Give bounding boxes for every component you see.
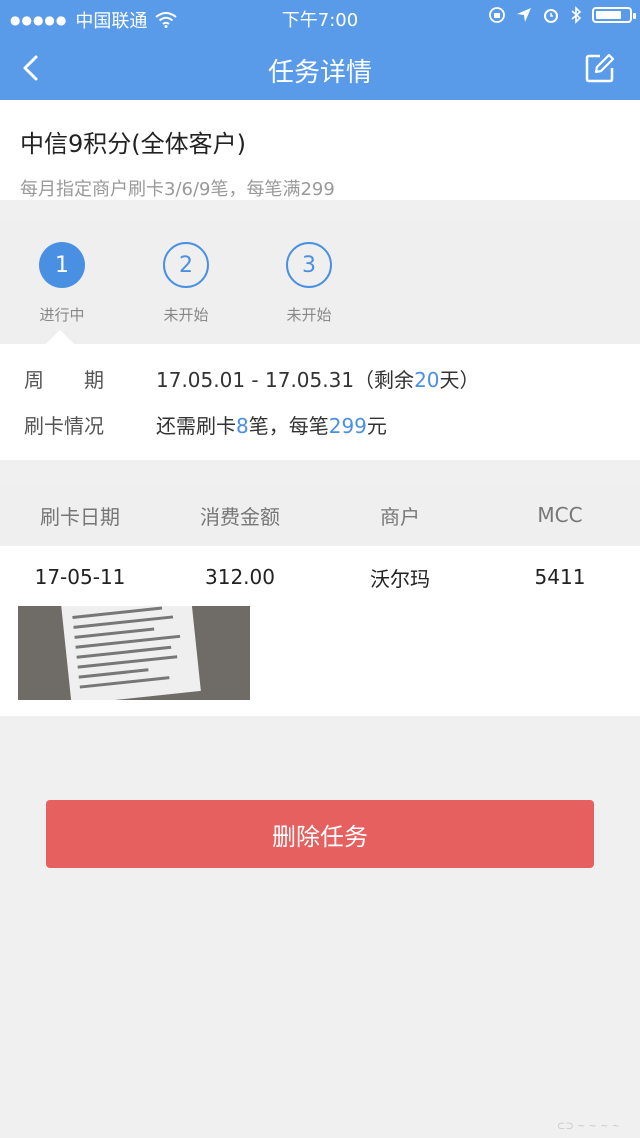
swipe-amount: 299 bbox=[328, 414, 367, 438]
step-circle: 2 bbox=[163, 242, 209, 288]
period-prefix: 17.05.01 - 17.05.31（剩余 bbox=[156, 368, 415, 392]
header-mcc: MCC bbox=[537, 503, 583, 527]
delete-task-button[interactable]: 删除任务 bbox=[46, 800, 594, 868]
cell-merchant: 沃尔玛 bbox=[370, 566, 430, 591]
watermark: ⊂⊃ ~ ~ ~ ~ bbox=[557, 1121, 620, 1132]
step-label: 进行中 bbox=[39, 306, 85, 324]
swipe-label: 刷卡情况 bbox=[24, 414, 104, 438]
receipt-photo[interactable] bbox=[18, 606, 250, 700]
step-circle: 3 bbox=[286, 242, 332, 288]
page-title: 任务详情 bbox=[267, 58, 372, 88]
cell-mcc: 5411 bbox=[534, 565, 586, 589]
task-header: 中信9积分(全体客户) 每月指定商户刷卡3/6/9笔，每笔满299 bbox=[0, 100, 640, 200]
nav-bar: 任务详情 bbox=[0, 36, 640, 100]
period-label: 周 期 bbox=[24, 368, 104, 392]
table-body: 17-05-11 312.00 沃尔玛 5411 bbox=[0, 546, 640, 716]
receipt-line bbox=[79, 676, 170, 689]
receipt-line bbox=[74, 627, 155, 639]
section-gap bbox=[0, 460, 640, 484]
alarm-icon bbox=[544, 9, 558, 23]
receipt-line bbox=[73, 615, 174, 629]
table-row[interactable]: 17-05-11 312.00 沃尔玛 5411 bbox=[0, 546, 640, 608]
step-2: 2 未开始 bbox=[146, 242, 226, 325]
remaining-days: 20 bbox=[414, 368, 440, 392]
cell-date: 17-05-11 bbox=[34, 565, 126, 589]
swipe-middle: 笔，每笔 bbox=[248, 414, 329, 438]
header-date: 刷卡日期 bbox=[40, 504, 120, 529]
step-label: 未开始 bbox=[163, 306, 209, 324]
period-suffix: 天） bbox=[439, 368, 480, 392]
step-circle: 1 bbox=[39, 242, 85, 288]
table-header: 刷卡日期 消费金额 商户 MCC bbox=[0, 484, 640, 546]
receipt-line bbox=[78, 668, 149, 679]
progress-steps: 1 进行中 2 未开始 3 未开始 bbox=[0, 220, 640, 344]
swipe-status-row: 刷卡情况 还需刷卡8笔，每笔299元 bbox=[24, 410, 387, 439]
edit-icon[interactable] bbox=[584, 52, 616, 84]
period-row: 周 期 17.05.01 - 17.05.31（剩余20天） bbox=[24, 364, 480, 393]
header-merchant: 商户 bbox=[380, 504, 420, 529]
step-3: 3 未开始 bbox=[269, 242, 349, 325]
swipe-count: 8 bbox=[236, 414, 249, 438]
bluetooth-icon bbox=[571, 6, 582, 24]
battery-fill bbox=[596, 11, 621, 19]
receipt-line bbox=[77, 655, 178, 669]
section-gap bbox=[0, 200, 640, 220]
receipt-paper bbox=[61, 606, 201, 700]
orientation-lock-icon bbox=[489, 7, 505, 23]
task-info-panel: 周 期 17.05.01 - 17.05.31（剩余20天） 刷卡情况 还需刷卡8笔… bbox=[0, 329, 640, 460]
task-description: 每月指定商户刷卡3/6/9笔，每笔满299 bbox=[20, 179, 335, 200]
swipe-suffix: 元 bbox=[366, 414, 387, 438]
step-label: 未开始 bbox=[286, 306, 332, 324]
location-icon bbox=[517, 8, 531, 22]
swipe-prefix: 还需刷卡 bbox=[156, 414, 236, 438]
task-title: 中信9积分(全体客户) bbox=[20, 130, 246, 158]
status-bar: ●●●●● 中国联通 下午7:00 bbox=[0, 0, 640, 36]
cell-amount: 312.00 bbox=[205, 565, 275, 589]
battery-icon bbox=[592, 7, 636, 23]
step-1: 1 进行中 bbox=[22, 242, 102, 325]
header-amount: 消费金额 bbox=[200, 504, 280, 529]
